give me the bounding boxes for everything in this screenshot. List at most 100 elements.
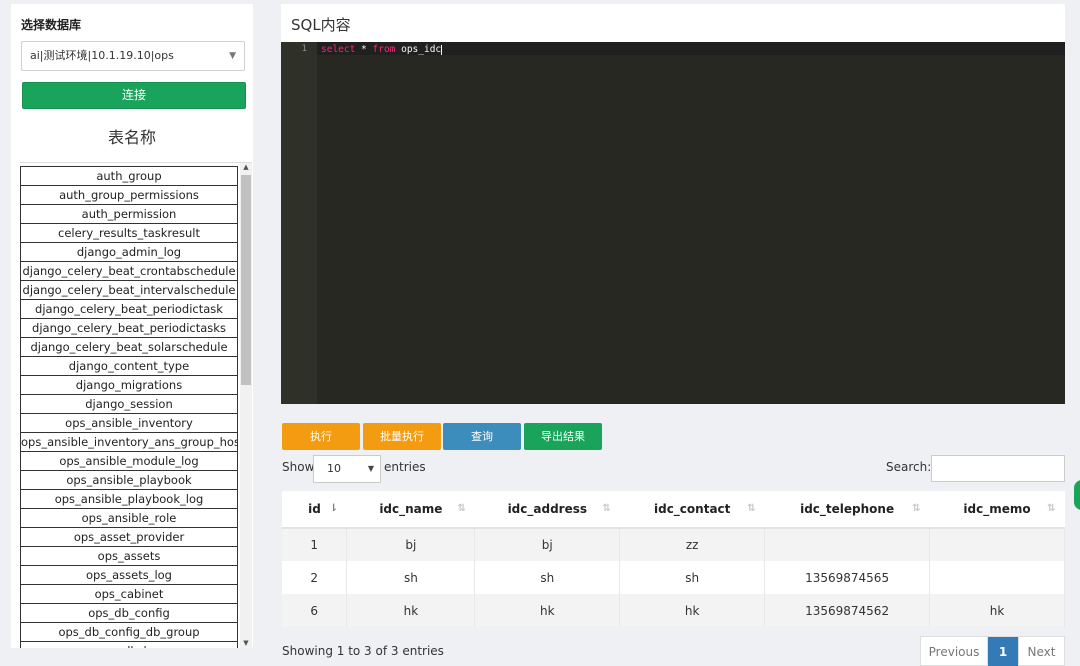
export-results-button[interactable]: 导出结果 (524, 423, 602, 450)
column-header-idc-telephone[interactable]: idc_telephone ⇅ (764, 491, 930, 529)
table-cell: zz (619, 528, 766, 561)
next-page-button[interactable]: Next (1018, 637, 1064, 666)
table-name-item[interactable]: ops_assets_log (21, 566, 237, 585)
chevron-down-icon: ▼ (367, 464, 374, 473)
table-name-item[interactable]: django_migrations (21, 376, 237, 395)
chevron-down-icon: ▼ (229, 51, 236, 61)
table-cell: hk (929, 594, 1065, 627)
sql-content-title: SQL内容 (291, 16, 351, 34)
table-cell: 2 (282, 561, 348, 594)
column-header-id[interactable]: id ⇂ (282, 491, 347, 529)
scroll-up-arrow-icon[interactable]: ▲ (240, 163, 252, 171)
table-name-item[interactable]: ops_ansible_playbook_log (21, 490, 237, 509)
table-row: 1 bj bj zz (282, 528, 1065, 561)
sql-star: * (355, 44, 373, 55)
database-select[interactable]: ai|测试环境|10.1.19.10|ops ▼ (21, 41, 245, 71)
batch-execute-button[interactable]: 批量执行 (363, 423, 441, 450)
sort-icon: ⇅ (602, 503, 611, 514)
table-name-item[interactable]: ops_ansible_module_log (21, 452, 237, 471)
table-name-item[interactable]: ops_cabinet (21, 585, 237, 604)
table-name-item[interactable]: django_celery_beat_periodictask (21, 300, 237, 319)
execute-button[interactable]: 执行 (282, 423, 360, 450)
table-cell: hk (474, 594, 621, 627)
sql-content-header: SQL内容 (281, 4, 1065, 42)
page-length-value: 10 (327, 462, 341, 475)
editor-gutter: 1 (281, 42, 317, 404)
table-list-container: auth_group auth_group_permissions auth_per… (20, 162, 252, 648)
scrollbar-thumb[interactable] (241, 175, 251, 385)
connect-button[interactable]: 连接 (22, 82, 246, 109)
table-cell: 1 (282, 528, 348, 561)
table-cell: sh (346, 561, 476, 594)
column-header-idc-contact[interactable]: idc_contact ⇅ (619, 491, 765, 529)
table-list-scrollbar[interactable]: ▲ ▼ (240, 163, 252, 648)
table-name-item[interactable]: auth_permission (21, 205, 237, 224)
table-cell: hk (619, 594, 766, 627)
table-name-item[interactable]: auth_group (21, 167, 237, 186)
table-name-item[interactable]: django_celery_beat_periodictasks (21, 319, 237, 338)
sql-keyword-select: select (321, 44, 356, 55)
table-cell (929, 528, 1065, 561)
table-name-item[interactable]: django_admin_log (21, 243, 237, 262)
page-length-select[interactable]: 10 ▼ (313, 455, 381, 483)
table-name-item[interactable]: ops_assets (21, 547, 237, 566)
column-header-idc-name[interactable]: idc_name ⇅ (346, 491, 475, 529)
table-cell: sh (619, 561, 766, 594)
table-name-item[interactable]: django_celery_beat_solarschedule (21, 338, 237, 357)
table-cell (764, 528, 931, 561)
table-row: 6 hk hk hk 13569874562 hk (282, 594, 1065, 627)
sort-icon: ⇅ (747, 503, 756, 514)
column-header-idc-address[interactable]: idc_address ⇅ (474, 491, 620, 529)
floating-widget-icon[interactable] (1074, 480, 1080, 510)
sort-icon: ⇅ (457, 503, 466, 514)
table-cell: bj (474, 528, 621, 561)
scroll-down-arrow-icon[interactable]: ▼ (240, 639, 252, 647)
select-database-title: 选择数据库 (21, 18, 82, 32)
table-name-item[interactable]: django_content_type (21, 357, 237, 376)
table-list: auth_group auth_group_permissions auth_per… (20, 166, 238, 648)
table-cell: bj (346, 528, 476, 561)
sort-ascending-icon: ⇂ (329, 503, 338, 514)
table-name-item[interactable]: ops_ansible_inventory (21, 414, 237, 433)
database-panel: 选择数据库 ai|测试环境|10.1.19.10|ops ▼ 连接 表名称 au… (11, 4, 253, 648)
result-header-row: id ⇂ idc_name ⇅ idc_address ⇅ idc_contact ⇅ … (282, 491, 1065, 529)
table-name-item[interactable]: auth_group_permissions (21, 186, 237, 205)
table-name-item[interactable]: ops_ansible_playbook (21, 471, 237, 490)
table-name-item[interactable]: django_celery_beat_intervalschedule (21, 281, 237, 300)
table-name-item[interactable]: ops_db_config (21, 604, 237, 623)
table-name-item[interactable]: celery_results_taskresult (21, 224, 237, 243)
table-name-item[interactable]: django_session (21, 395, 237, 414)
database-select-value: ai|测试环境|10.1.19.10|ops (30, 49, 174, 62)
search-input[interactable] (931, 455, 1065, 482)
search-label: Search: (886, 460, 932, 474)
column-header-idc-memo[interactable]: idc_memo ⇅ (929, 491, 1065, 529)
sql-keyword-from: from (372, 44, 396, 55)
result-table: id ⇂ idc_name ⇅ idc_address ⇅ idc_contact ⇅ … (282, 491, 1065, 627)
table-cell: 13569874562 (764, 594, 931, 627)
table-name-item[interactable]: ops_db_config_db_group (21, 623, 237, 642)
table-name-item[interactable]: ops_ansible_role (21, 509, 237, 528)
sql-editor[interactable]: 1 select * from ops_idc (281, 42, 1065, 404)
entries-label: entries (384, 460, 426, 474)
table-cell (929, 561, 1065, 594)
table-row: 2 sh sh sh 13569874565 (282, 561, 1065, 594)
pagination: Previous 1 Next (920, 636, 1065, 666)
sort-icon: ⇅ (1047, 503, 1056, 514)
line-number: 1 (301, 44, 307, 54)
table-cell: sh (474, 561, 621, 594)
sql-table-name: ops_idc (395, 44, 442, 55)
table-cell: 13569874565 (764, 561, 931, 594)
table-info: Showing 1 to 3 of 3 entries (282, 644, 444, 658)
query-button[interactable]: 查询 (443, 423, 521, 450)
table-name-item[interactable]: ops_asset_provider (21, 528, 237, 547)
show-label: Show (282, 460, 315, 474)
page-1-button[interactable]: 1 (988, 637, 1018, 666)
table-name-item[interactable]: ops_db_log (21, 642, 237, 648)
table-name-item[interactable]: django_celery_beat_crontabschedule (21, 262, 237, 281)
table-cell: hk (346, 594, 476, 627)
table-names-heading: 表名称 (107, 128, 156, 147)
table-name-item[interactable]: ops_ansible_inventory_ans_group_hosts (21, 433, 237, 452)
sql-code[interactable]: select * from ops_idc (321, 44, 443, 55)
previous-page-button[interactable]: Previous (921, 637, 988, 666)
sort-icon: ⇅ (912, 503, 921, 514)
